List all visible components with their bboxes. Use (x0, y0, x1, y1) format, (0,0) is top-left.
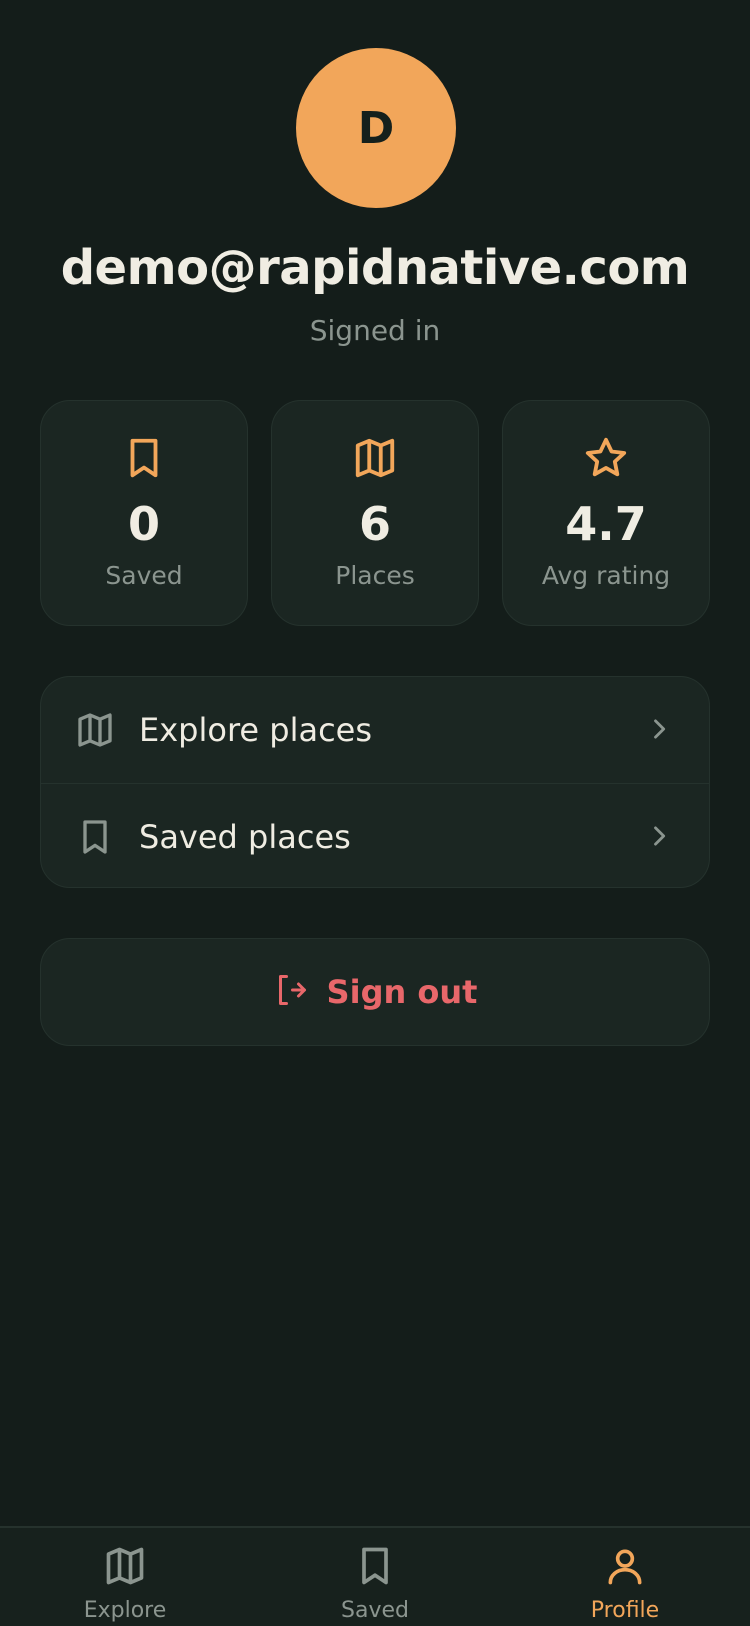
menu-item-explore-places[interactable]: Explore places (41, 677, 709, 782)
star-icon (503, 435, 709, 481)
bottom-tab-bar: Explore Saved Profile (0, 1526, 750, 1626)
chevron-right-icon (645, 822, 673, 850)
stat-saved-card: 0 Saved (40, 400, 248, 626)
menu-list: Explore places Saved places (40, 676, 710, 888)
tab-label: Saved (341, 1598, 409, 1623)
stats-row: 0 Saved 6 Places 4.7 Avg rating (40, 400, 710, 628)
logout-icon (273, 972, 309, 1012)
chevron-right-icon (645, 715, 673, 743)
menu-item-label: Explore places (139, 710, 373, 749)
bookmark-icon (75, 817, 115, 857)
tab-explore[interactable]: Explore (0, 1528, 250, 1626)
tab-saved[interactable]: Saved (250, 1528, 500, 1626)
menu-item-saved-places[interactable]: Saved places (41, 784, 709, 889)
stat-value: 4.7 (565, 497, 647, 551)
sign-out-button[interactable]: Sign out (40, 938, 710, 1046)
stat-value: 0 (127, 497, 160, 551)
map-icon (103, 1544, 147, 1588)
avatar[interactable]: D (296, 48, 456, 208)
tab-label: Explore (83, 1598, 167, 1623)
stat-rating-card: 4.7 Avg rating (502, 400, 710, 626)
user-icon (603, 1544, 647, 1588)
avatar-initial: D (357, 102, 395, 154)
stat-places-card: 6 Places (271, 400, 479, 626)
sign-out-label: Sign out (326, 973, 478, 1011)
menu-item-label: Saved places (139, 817, 351, 856)
tab-label: Profile (590, 1598, 660, 1623)
map-icon (272, 435, 478, 481)
bookmark-icon (353, 1544, 397, 1588)
profile-email: demo@rapidnative.com (60, 240, 690, 296)
stat-value: 6 (358, 497, 391, 551)
map-icon (75, 710, 115, 750)
stat-label: Places (335, 561, 415, 590)
stat-label: Saved (105, 561, 183, 590)
profile-status: Signed in (309, 314, 441, 347)
stat-label: Avg rating (541, 561, 671, 590)
tab-profile[interactable]: Profile (500, 1528, 750, 1626)
bookmark-icon (41, 435, 247, 481)
